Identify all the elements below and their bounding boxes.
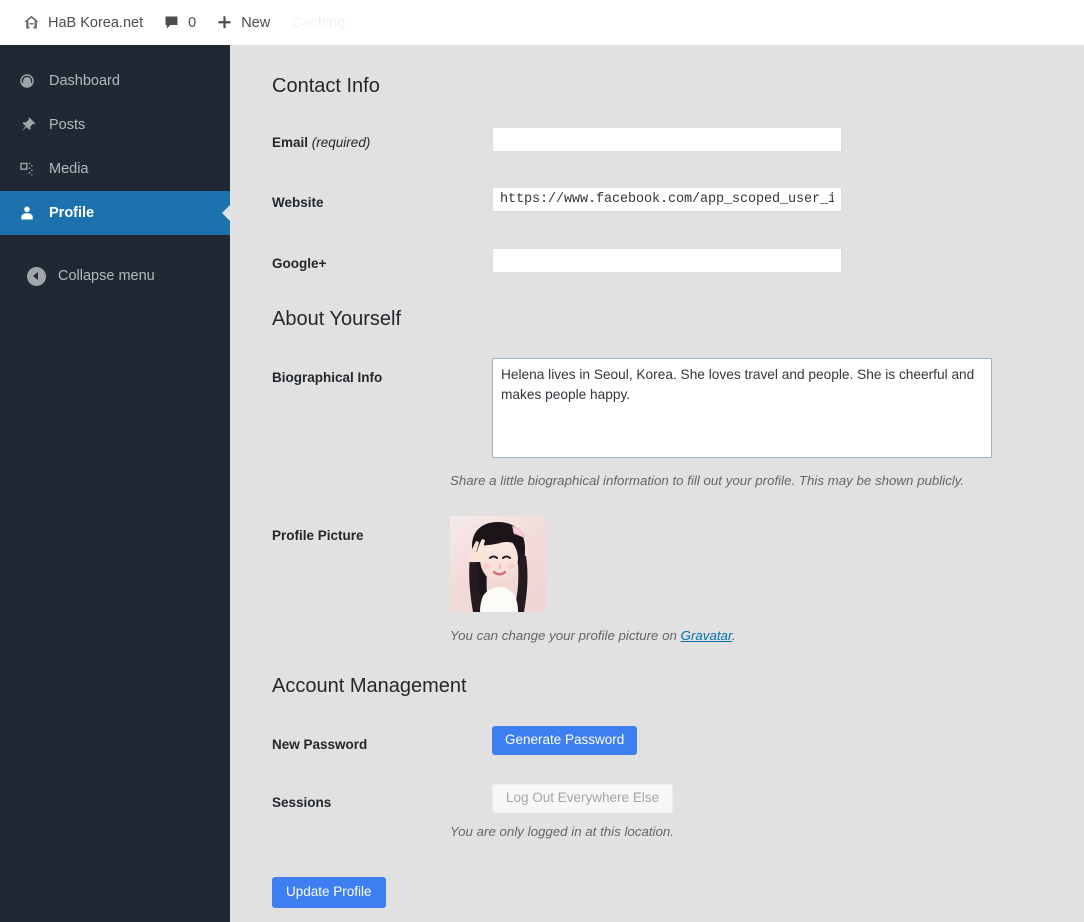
adminbar-comments-count: 0 <box>188 14 197 31</box>
comment-bubble-icon <box>163 14 180 31</box>
home-icon <box>23 14 40 31</box>
generate-password-button[interactable]: Generate Password <box>492 726 638 755</box>
email-label-text: Email <box>272 135 309 150</box>
profile-picture-description-prefix: You can change your profile picture on <box>450 628 681 643</box>
field-row-new-password: New Password Generate Password <box>272 726 1082 777</box>
sidebar-collapse-label: Collapse menu <box>58 268 155 284</box>
adminbar-new-content[interactable]: New <box>206 0 280 45</box>
googleplus-field[interactable] <box>492 248 842 273</box>
sidebar-current-arrow <box>222 204 231 222</box>
adminbar-comments[interactable]: 0 <box>153 0 206 45</box>
field-row-email: Email (required) <box>272 127 1082 165</box>
sidebar-separator <box>0 235 230 257</box>
field-row-profile-picture: Profile Picture <box>272 528 1082 628</box>
sidebar-item-media-label: Media <box>49 161 89 177</box>
field-row-googleplus: Google+ <box>272 248 1082 286</box>
admin-sidebar: Dashboard Posts Media Profile Collapse m… <box>0 45 231 922</box>
profile-picture-description-suffix: . <box>731 628 736 643</box>
field-row-sessions: Sessions Log Out Everywhere Else <box>272 784 1082 835</box>
sidebar-item-dashboard[interactable]: Dashboard <box>0 59 230 103</box>
plus-icon <box>216 14 233 31</box>
website-label: Website <box>272 195 324 210</box>
dashboard-gauge-icon <box>16 72 38 90</box>
adminbar-site-name-label: HaB Korea.net <box>48 14 144 31</box>
email-label: Email (required) <box>272 135 472 150</box>
update-profile-button[interactable]: Update Profile <box>272 877 386 908</box>
profile-picture-description: You can change your profile picture on G… <box>450 628 736 643</box>
log-out-everywhere-else-button[interactable]: Log Out Everywhere Else <box>492 784 674 813</box>
profile-form: Contact Info Email (required) Website Go… <box>230 45 1084 922</box>
biographical-info-textarea[interactable] <box>492 358 992 458</box>
profile-picture-label: Profile Picture <box>272 528 364 543</box>
field-row-website: Website <box>272 187 1082 225</box>
section-heading-about-yourself: About Yourself <box>272 308 401 330</box>
email-required-note: (required) <box>311 135 371 150</box>
adminbar-caching[interactable]: Caching <box>280 15 345 31</box>
admin-bar: HaB Korea.net 0 New Caching <box>0 0 1084 45</box>
googleplus-label: Google+ <box>272 256 327 271</box>
submit-area: Update Profile <box>272 877 386 908</box>
new-password-label: New Password <box>272 737 368 752</box>
field-row-biographical-info: Biographical Info <box>272 358 1082 490</box>
user-icon <box>16 204 38 222</box>
sidebar-item-posts-label: Posts <box>49 117 86 133</box>
section-heading-account-management: Account Management <box>272 675 467 697</box>
pin-icon <box>16 116 38 134</box>
sessions-description: You are only logged in at this location. <box>450 824 674 839</box>
sidebar-collapse-menu[interactable]: Collapse menu <box>0 257 230 295</box>
section-heading-contact-info: Contact Info <box>272 75 380 97</box>
email-field[interactable] <box>492 127 842 152</box>
sidebar-item-profile[interactable]: Profile <box>0 191 231 235</box>
sidebar-item-profile-label: Profile <box>49 205 95 221</box>
website-field[interactable] <box>492 187 842 212</box>
sidebar-item-posts[interactable]: Posts <box>0 103 230 147</box>
sessions-label: Sessions <box>272 795 332 810</box>
sidebar-item-media[interactable]: Media <box>0 147 230 191</box>
sidebar-item-dashboard-label: Dashboard <box>49 73 120 89</box>
adminbar-site-name[interactable]: HaB Korea.net <box>13 0 153 45</box>
adminbar-new-label: New <box>241 14 271 31</box>
gravatar-link[interactable]: Gravatar <box>681 628 732 643</box>
avatar <box>450 516 546 612</box>
chevron-left-circle-icon <box>27 266 46 286</box>
biographical-info-description: Share a little biographical information … <box>450 473 965 488</box>
media-photos-icon <box>16 160 38 178</box>
biographical-info-label: Biographical Info <box>272 370 383 385</box>
